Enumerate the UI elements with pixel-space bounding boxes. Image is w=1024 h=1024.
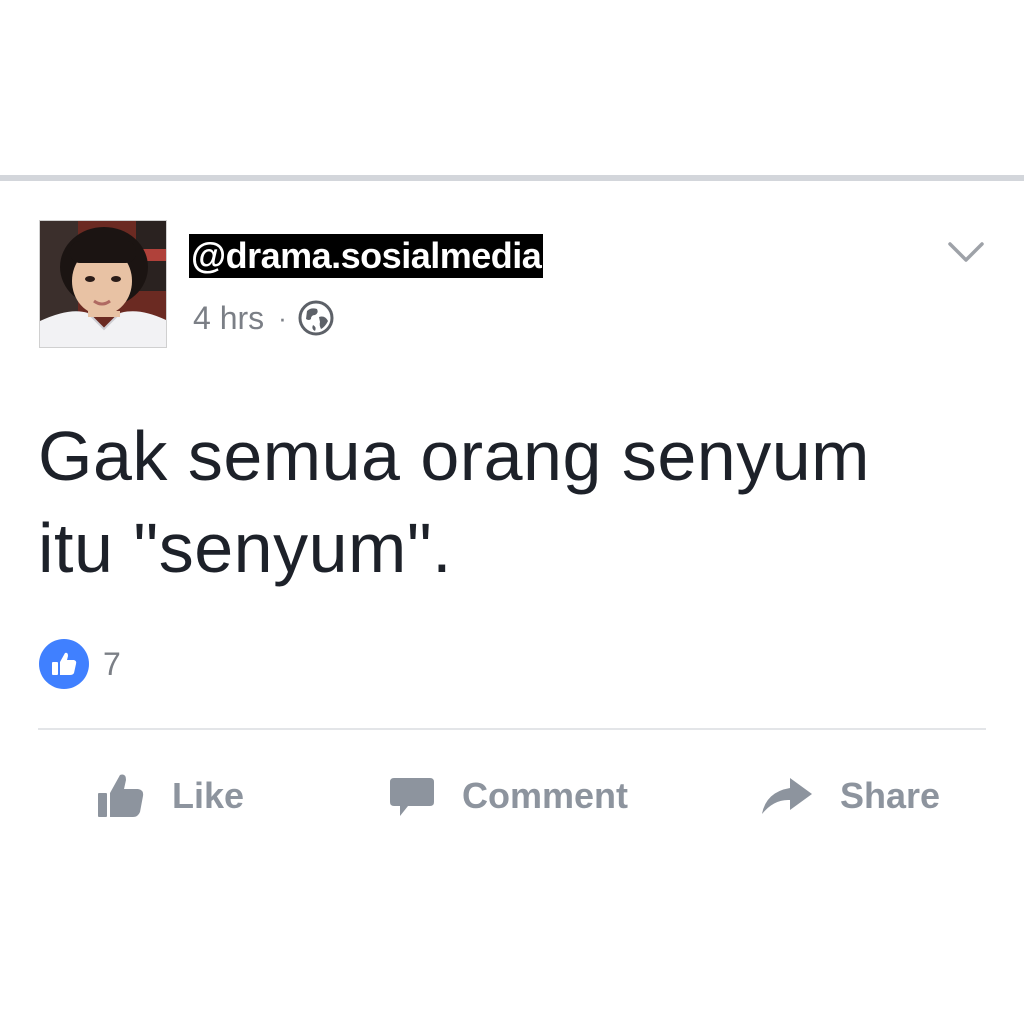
post-meta: 4 hrs · bbox=[193, 296, 335, 340]
avatar-photo bbox=[40, 221, 166, 347]
post-actions-bar: Like Comment Share bbox=[0, 760, 1024, 832]
post-text-line: Gak semua orang senyum bbox=[38, 417, 870, 495]
comment-label: Comment bbox=[462, 775, 629, 816]
reactions-summary[interactable]: 7 bbox=[39, 638, 121, 690]
meta-separator: · bbox=[278, 302, 287, 333]
like-icon bbox=[98, 774, 144, 817]
share-label: Share bbox=[840, 775, 941, 816]
globe-icon[interactable] bbox=[297, 299, 335, 337]
facebook-post-screen: @drama.sosialmedia 4 hrs · Gak semua ora… bbox=[0, 0, 1024, 1024]
top-divider bbox=[0, 175, 1024, 181]
thumbs-up-icon bbox=[52, 652, 77, 675]
like-button[interactable]: Like bbox=[96, 760, 244, 832]
avatar[interactable] bbox=[39, 220, 167, 348]
like-reaction-badge bbox=[39, 639, 89, 689]
chevron-down-icon[interactable] bbox=[946, 236, 986, 268]
post-text: Gak semua orang senyum itu "senyum". bbox=[38, 410, 988, 594]
comment-icon bbox=[390, 778, 434, 816]
share-arrow-icon bbox=[762, 778, 812, 814]
post-text-line: itu "senyum". bbox=[38, 509, 453, 587]
reaction-count: 7 bbox=[103, 645, 121, 682]
post-time[interactable]: 4 hrs bbox=[193, 300, 264, 337]
username[interactable]: @drama.sosialmedia bbox=[189, 234, 544, 278]
like-label: Like bbox=[172, 775, 245, 816]
comment-button[interactable]: Comment bbox=[388, 760, 628, 832]
share-button[interactable]: Share bbox=[760, 760, 940, 832]
actions-divider bbox=[38, 728, 986, 730]
